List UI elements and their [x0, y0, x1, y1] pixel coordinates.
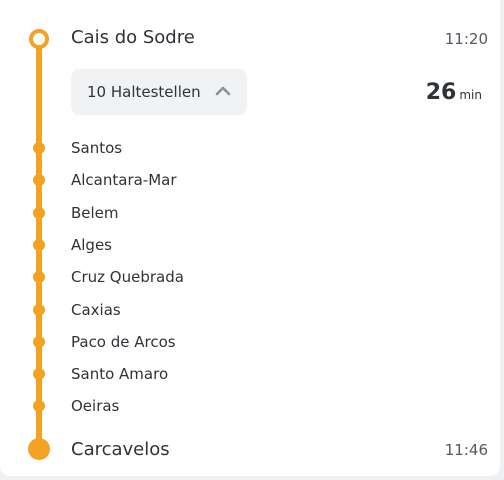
- intermediate-stop-marker: [33, 335, 45, 348]
- intermediate-stop-name: Paco de Arcos: [71, 332, 176, 351]
- departure-time: 11:20: [444, 30, 488, 48]
- intermediate-stop-marker: [33, 271, 45, 284]
- intermediate-stop-name: Santos: [71, 139, 123, 157]
- duration-unit: min: [459, 88, 482, 102]
- origin-station-name: Cais do Sodre: [71, 27, 195, 48]
- intermediate-stop-name: Alges: [71, 235, 112, 254]
- destination-stop-marker: [28, 438, 50, 460]
- intermediate-stop-name: Santo Amaro: [71, 365, 169, 384]
- arrival-time: 11:46: [444, 441, 488, 459]
- intermediate-stop-name: Cruz Quebrada: [71, 268, 184, 287]
- intermediate-stop-marker: [33, 400, 45, 413]
- chevron-up-icon: [215, 86, 231, 96]
- destination-station-name: Carcavelos: [71, 439, 170, 460]
- intermediate-stop-name: Belem: [71, 203, 119, 222]
- intermediate-stop-name: Oeiras: [71, 397, 120, 416]
- duration-value: 26: [425, 80, 457, 105]
- intermediate-stop-marker: [33, 142, 45, 154]
- intermediate-stop-marker: [33, 206, 45, 219]
- route-card: Cais do Sodre 11:20 10 Haltestellen 26 mi…: [0, 0, 500, 476]
- intermediate-stop-marker: [33, 303, 45, 316]
- origin-stop-marker: [29, 29, 49, 49]
- intermediate-stop-marker: [33, 238, 45, 251]
- intermediate-stop-marker: [33, 368, 45, 381]
- stops-toggle-button[interactable]: 10 Haltestellen: [71, 69, 247, 115]
- intermediate-stop-name: Alcantara-Mar: [71, 171, 177, 190]
- trip-duration: 26 min: [426, 80, 482, 105]
- intermediate-stop-name: Caxias: [71, 300, 121, 319]
- intermediate-stop-marker: [33, 174, 45, 187]
- stops-toggle-label: 10 Haltestellen: [87, 83, 201, 101]
